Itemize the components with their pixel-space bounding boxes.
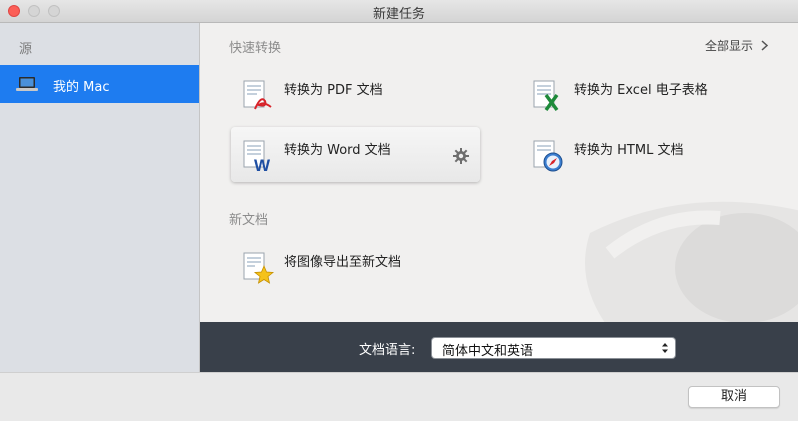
language-select[interactable]: 简体中文和英语 [432, 338, 675, 359]
excel-document-icon [533, 80, 559, 112]
language-label: 文档语言: [359, 343, 416, 358]
new-document-title: 新文档 [229, 213, 269, 228]
laptop-icon [16, 77, 38, 91]
eye-logo-watermark [585, 201, 798, 322]
sidebar: 源 我的 Mac [0, 23, 200, 372]
sidebar-header: 源 [19, 42, 33, 57]
convert-to-pdf-label: 转换为 PDF 文档 [284, 83, 383, 98]
cancel-button[interactable]: 取消 [688, 386, 780, 408]
language-bar: 文档语言: 简体中文和英语 [200, 322, 798, 372]
export-images-label: 将图像导出至新文档 [284, 255, 402, 270]
updown-arrows-icon [662, 343, 668, 353]
language-select-value: 简体中文和英语 [442, 344, 534, 359]
new-task-window: 新建任务 源 我的 Mac 快速转换 全部显示 转换为 PDF 文档 转换为 E… [0, 0, 798, 421]
gear-icon[interactable] [453, 148, 469, 164]
sidebar-item-label: 我的 Mac [53, 80, 110, 95]
convert-to-html-button[interactable]: 转换为 HTML 文档 [531, 137, 731, 177]
convert-to-word-button[interactable]: W 转换为 Word 文档 [231, 127, 480, 182]
convert-to-pdf-button[interactable]: 转换为 PDF 文档 [241, 77, 441, 117]
convert-to-excel-label: 转换为 Excel 电子表格 [574, 83, 708, 98]
export-images-button[interactable]: 将图像导出至新文档 [241, 249, 441, 289]
word-document-icon: W [243, 140, 271, 173]
window-title: 新建任务 [372, 7, 425, 22]
convert-to-excel-button[interactable]: 转换为 Excel 电子表格 [531, 77, 751, 117]
chevron-right-icon [761, 40, 769, 51]
footer: 取消 [0, 372, 798, 421]
show-all-link[interactable]: 全部显示 [705, 37, 769, 54]
convert-to-html-label: 转换为 HTML 文档 [574, 143, 684, 158]
quick-convert-title: 快速转换 [229, 41, 282, 56]
show-all-label: 全部显示 [705, 39, 754, 53]
sidebar-item-my-mac[interactable]: 我的 Mac [0, 65, 199, 103]
title-bar: 新建任务 [0, 0, 798, 23]
main-panel: 快速转换 全部显示 转换为 PDF 文档 转换为 Excel 电子表格 W 转换… [200, 23, 798, 322]
svg-text:W: W [254, 156, 271, 173]
html-document-icon [533, 140, 563, 172]
pdf-document-icon [243, 80, 272, 110]
convert-to-word-label: 转换为 Word 文档 [284, 143, 391, 158]
export-image-icon [243, 252, 275, 284]
